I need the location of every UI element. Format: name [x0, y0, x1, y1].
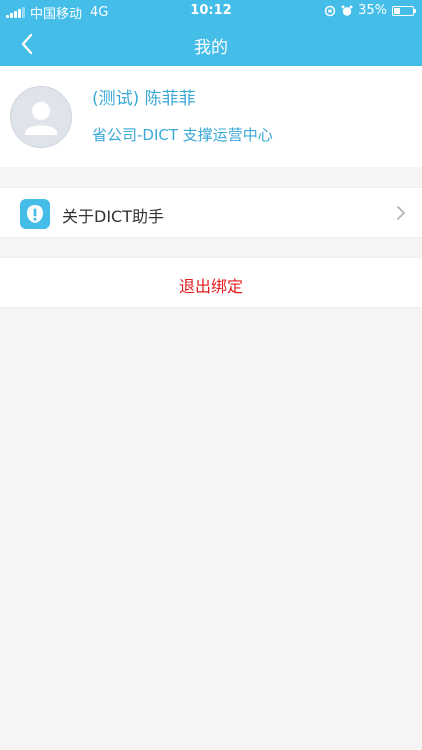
logout-label: 退出绑定: [178, 277, 243, 296]
status-bar-right: 35%: [324, 3, 416, 18]
user-avatar-icon: [10, 86, 72, 148]
battery-fill: [394, 7, 401, 14]
logout-button[interactable]: 退出绑定: [0, 257, 422, 308]
nav-bar: 我的: [0, 22, 422, 66]
user-name: (测试) 陈菲菲: [92, 89, 196, 109]
about-menu-item[interactable]: 关于DICT助手: [0, 187, 422, 238]
page-title: 我的: [194, 38, 228, 58]
status-bar: 中国移动 4G 10:12 35%: [0, 0, 422, 22]
alarm-icon: [341, 5, 353, 16]
info-icon: [20, 199, 50, 229]
battery-percent: 35%: [358, 3, 387, 18]
user-department: 省公司-DICT 支撑运营中心: [92, 126, 273, 144]
rotation-lock-icon: [324, 5, 336, 16]
battery-icon: [392, 5, 416, 16]
chevron-right-icon: [397, 206, 405, 220]
profile-card: (测试) 陈菲菲 省公司-DICT 支撑运营中心: [0, 66, 422, 167]
about-label: 关于DICT助手: [62, 207, 164, 226]
